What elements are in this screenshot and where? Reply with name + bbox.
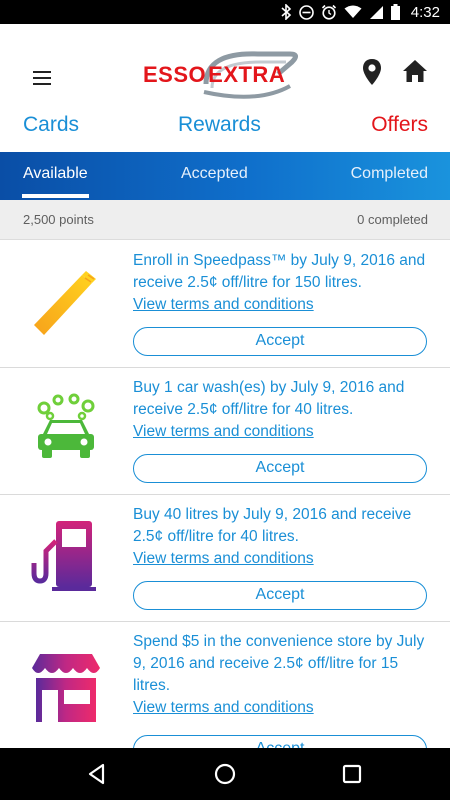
offer-item: Enroll in Speedpass™ by July 9, 2016 and… [0,241,450,368]
status-bar: 4:32 [0,0,450,24]
points-balance: 2,500 points [23,212,94,227]
selected-tab-indicator [22,194,89,198]
accept-button[interactable]: Accept [133,454,427,483]
location-pin-icon[interactable] [360,58,384,86]
terms-link[interactable]: View terms and conditions [133,697,433,719]
bluetooth-icon [281,4,291,20]
logo-extra: EXTRA [208,62,286,87]
accept-button[interactable]: Accept [133,735,427,748]
offer-status-tabs: Available Accepted Completed [0,152,450,200]
hamburger-menu-icon[interactable] [30,68,56,88]
tab-available[interactable]: Available [23,152,88,200]
car-wash-icon [28,390,104,466]
completed-count: 0 completed [357,212,428,227]
offer-text: Enroll in Speedpass™ by July 9, 2016 and… [133,250,433,316]
tab-rewards[interactable]: Rewards [178,109,261,141]
terms-link[interactable]: View terms and conditions [133,548,433,570]
esso-extra-logo: ESSOEXTRA [140,44,310,108]
convenience-store-icon [28,650,104,726]
app-header: ESSOEXTRA Cards Rewards Offers [0,24,450,152]
status-icons: 4:32 [280,0,440,24]
battery-icon [390,4,400,20]
offer-text: Spend $5 in the convenience store by Jul… [133,631,433,719]
status-time: 4:32 [410,3,440,21]
offer-description: Buy 1 car wash(es) by July 9, 2016 and r… [133,379,405,418]
offer-description: Spend $5 in the convenience store by Jul… [133,633,425,694]
tab-cards[interactable]: Cards [23,109,79,141]
back-icon[interactable] [86,763,108,785]
accept-button[interactable]: Accept [133,327,427,356]
terms-link[interactable]: View terms and conditions [133,294,433,316]
summary-bar: 2,500 points 0 completed [0,200,450,240]
tab-accepted[interactable]: Accepted [181,152,248,200]
terms-link[interactable]: View terms and conditions [133,421,433,443]
cell-signal-icon [369,5,383,19]
wifi-icon [344,5,362,18]
android-nav-bar [0,748,450,800]
do-not-disturb-icon [298,4,314,20]
offers-list: Enroll in Speedpass™ by July 9, 2016 and… [0,241,450,748]
offer-description: Enroll in Speedpass™ by July 9, 2016 and… [133,252,426,291]
recents-icon[interactable] [342,764,362,784]
offer-description: Buy 40 litres by July 9, 2016 and receiv… [133,506,412,545]
tab-offers[interactable]: Offers [371,109,428,141]
main-tabs: Cards Rewards Offers [0,109,450,141]
offer-item: Buy 40 litres by July 9, 2016 and receiv… [0,495,450,622]
logo-esso: ESSO [143,62,207,87]
offer-text: Buy 40 litres by July 9, 2016 and receiv… [133,504,433,570]
speedpass-tag-icon [28,263,104,339]
offer-item: Buy 1 car wash(es) by July 9, 2016 and r… [0,368,450,495]
home-circle-icon[interactable] [213,762,237,786]
offer-item: Spend $5 in the convenience store by Jul… [0,622,450,748]
fuel-pump-icon [28,517,104,593]
home-icon[interactable] [401,58,429,84]
tab-completed[interactable]: Completed [351,152,428,200]
offer-text: Buy 1 car wash(es) by July 9, 2016 and r… [133,377,433,443]
accept-button[interactable]: Accept [133,581,427,610]
logo-text: ESSOEXTRA [143,62,285,88]
alarm-icon [321,4,336,20]
